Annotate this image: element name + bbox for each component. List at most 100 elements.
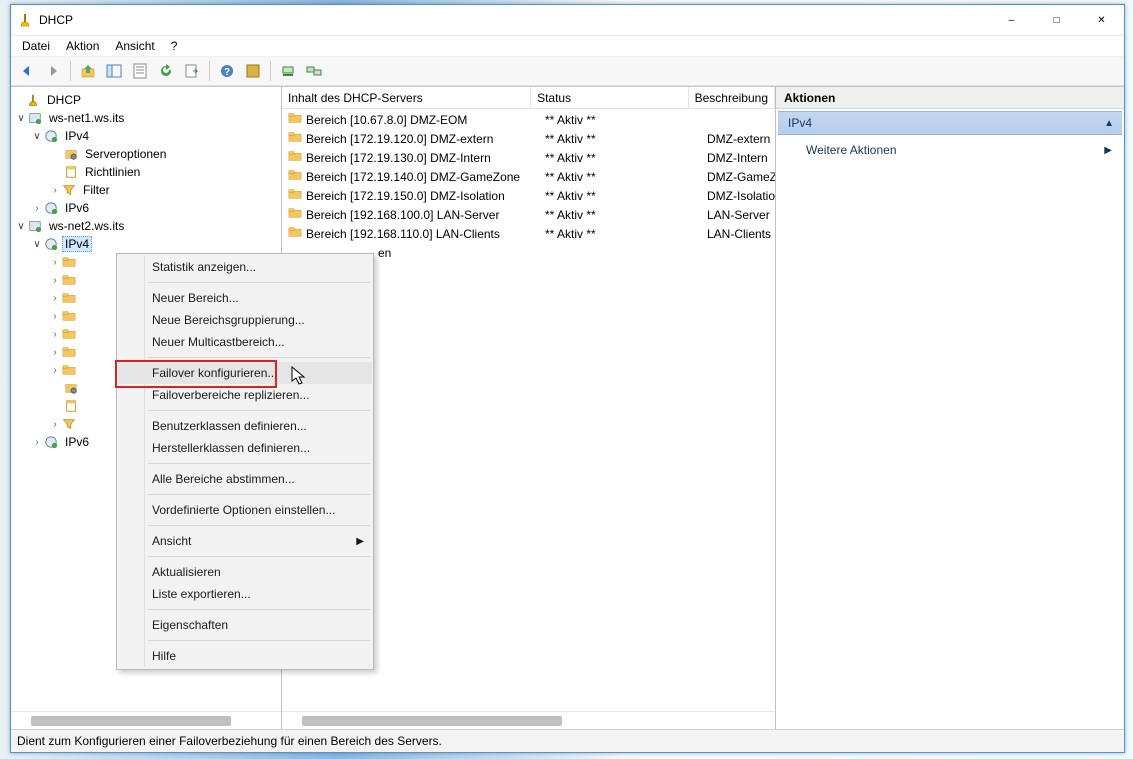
tree-node-serveroptions[interactable]: Serveroptionen	[13, 145, 279, 163]
context-separator	[118, 521, 372, 530]
scope-name: Bereich [172.19.130.0] DMZ-Intern	[306, 151, 491, 165]
tree-node-server2[interactable]: ∨ ws-net2.ws.its	[13, 217, 279, 235]
scope-description: DMZ-extern	[701, 132, 775, 146]
folder-icon	[61, 362, 77, 378]
ipv4-icon	[43, 236, 59, 252]
up-level-button[interactable]	[76, 59, 100, 83]
scope-status: ** Aktiv **	[539, 151, 701, 165]
folder-icon	[61, 326, 77, 342]
minimize-button[interactable]: –	[989, 6, 1034, 35]
context-item[interactable]: Neuer Multicastbereich...	[118, 331, 372, 353]
context-item[interactable]: Herstellerklassen definieren...	[118, 437, 372, 459]
collapse-icon: ▲	[1104, 118, 1114, 129]
tree-node-server2-ipv4[interactable]: ∨ IPv4	[13, 235, 279, 253]
tree-node-filter[interactable]: › Filter	[13, 181, 279, 199]
scope-status: ** Aktiv **	[539, 113, 701, 127]
scope-name: Bereich [10.67.8.0] DMZ-EOM	[306, 113, 467, 127]
options-icon	[63, 146, 79, 162]
menu-file[interactable]: Datei	[15, 37, 57, 55]
column-content[interactable]: Inhalt des DHCP-Servers	[282, 87, 531, 108]
scope-name: Bereich [172.19.120.0] DMZ-extern	[306, 132, 493, 146]
context-item[interactable]: Benutzerklassen definieren...	[118, 415, 372, 437]
horizontal-scrollbar[interactable]	[31, 716, 231, 726]
context-item[interactable]: Failover konfigurieren...	[118, 362, 372, 384]
list-item[interactable]: Bereich [172.19.130.0] DMZ-Intern ** Akti…	[282, 148, 775, 167]
submenu-arrow-icon: ▶	[1104, 145, 1112, 156]
dhcp-app-icon	[25, 92, 41, 108]
statusbar: Dient zum Konfigurieren einer Failoverbe…	[11, 729, 1124, 752]
maximize-button[interactable]: □	[1034, 6, 1079, 35]
folder-icon	[61, 290, 77, 306]
context-item[interactable]: Liste exportieren...	[118, 583, 372, 605]
folder-icon	[61, 254, 77, 270]
options-button[interactable]	[241, 59, 265, 83]
app-window: DHCP – □ ✕ Datei Aktion Ansicht ? ?	[10, 4, 1125, 753]
context-item[interactable]: Eigenschaften	[118, 614, 372, 636]
scope-name: Bereich [172.19.140.0] DMZ-GameZone	[306, 170, 520, 184]
menu-help[interactable]: ?	[164, 37, 185, 55]
list-item[interactable]: Bereich [172.19.140.0] DMZ-GameZone** Ak…	[282, 167, 775, 186]
context-item[interactable]: Statistik anzeigen...	[118, 256, 372, 278]
context-item[interactable]: Alle Bereiche abstimmen...	[118, 468, 372, 490]
tree-node-policies[interactable]: Richtlinien	[13, 163, 279, 181]
tree-node-dhcp-root[interactable]: DHCP	[13, 91, 279, 109]
context-item[interactable]: Aktualisieren	[118, 561, 372, 583]
actions-section-ipv4[interactable]: IPv4 ▲	[778, 111, 1122, 135]
context-item[interactable]: Neuer Bereich...	[118, 287, 372, 309]
policies-icon	[63, 398, 79, 414]
list-item[interactable]: Bereich [172.19.120.0] DMZ-extern** Akti…	[282, 129, 775, 148]
column-description[interactable]: Beschreibung	[689, 87, 775, 108]
svg-text:?: ?	[224, 67, 230, 78]
context-item[interactable]: Vordefinierte Optionen einstellen...	[118, 499, 372, 521]
menu-view[interactable]: Ansicht	[108, 37, 161, 55]
filter-icon	[61, 182, 77, 198]
server-icon	[27, 110, 43, 126]
context-separator	[118, 459, 372, 468]
list-item[interactable]: Bereich [192.168.110.0] LAN-Clients** Ak…	[282, 224, 775, 243]
submenu-arrow-icon: ▶	[356, 536, 364, 547]
list-item[interactable]: Bereich [192.168.100.0] LAN-Server** Akt…	[282, 205, 775, 224]
nav-back-button[interactable]	[15, 59, 39, 83]
show-hide-tree-button[interactable]	[102, 59, 126, 83]
folder-icon	[288, 225, 302, 242]
tree-node-server1[interactable]: ∨ ws-net1.ws.its	[13, 109, 279, 127]
folder-icon	[288, 149, 302, 166]
folder-icon	[61, 308, 77, 324]
folder-icon	[61, 272, 77, 288]
folder-icon	[288, 187, 302, 204]
export-list-button[interactable]	[180, 59, 204, 83]
actions-more[interactable]: Weitere Aktionen ▶	[776, 137, 1124, 163]
tree-node-server1-ipv4[interactable]: ∨ IPv4	[13, 127, 279, 145]
server-add-button[interactable]	[302, 59, 326, 83]
actions-panel: Aktionen IPv4 ▲ Weitere Aktionen ▶	[776, 87, 1124, 729]
list-item[interactable]: Bereich [172.19.150.0] DMZ-Isolation** A…	[282, 186, 775, 205]
tree-node-server1-ipv6[interactable]: › IPv6	[13, 199, 279, 217]
menu-action[interactable]: Aktion	[59, 37, 106, 55]
list-item[interactable]: Bereich [10.67.8.0] DMZ-EOM ** Aktiv **	[282, 110, 775, 129]
horizontal-scrollbar[interactable]	[302, 716, 562, 726]
column-status[interactable]: Status	[531, 87, 689, 108]
properties-button[interactable]	[128, 59, 152, 83]
context-item[interactable]: Ansicht▶	[118, 530, 372, 552]
scope-description: DMZ-Isolation	[701, 189, 775, 203]
context-item[interactable]: Hilfe	[118, 645, 372, 667]
nav-forward-button[interactable]	[41, 59, 65, 83]
close-button[interactable]: ✕	[1079, 6, 1124, 35]
dhcp-app-icon	[17, 12, 33, 28]
actions-header: Aktionen	[776, 87, 1124, 109]
folder-icon	[288, 206, 302, 223]
context-item[interactable]: Failoverbereiche replizieren...	[118, 384, 372, 406]
list-header: Inhalt des DHCP-Servers Status Beschreib…	[282, 87, 775, 109]
help-button[interactable]: ?	[215, 59, 239, 83]
context-item[interactable]: Neue Bereichsgruppierung...	[118, 309, 372, 331]
folder-icon	[288, 168, 302, 185]
server-authorize-button[interactable]	[276, 59, 300, 83]
scope-description: LAN-Server	[701, 208, 775, 222]
options-icon	[63, 380, 79, 396]
refresh-button[interactable]	[154, 59, 178, 83]
menubar: Datei Aktion Ansicht ?	[11, 36, 1124, 57]
context-separator	[118, 490, 372, 499]
folder-icon	[61, 344, 77, 360]
scope-status: ** Aktiv **	[539, 208, 701, 222]
window-title: DHCP	[39, 13, 989, 27]
